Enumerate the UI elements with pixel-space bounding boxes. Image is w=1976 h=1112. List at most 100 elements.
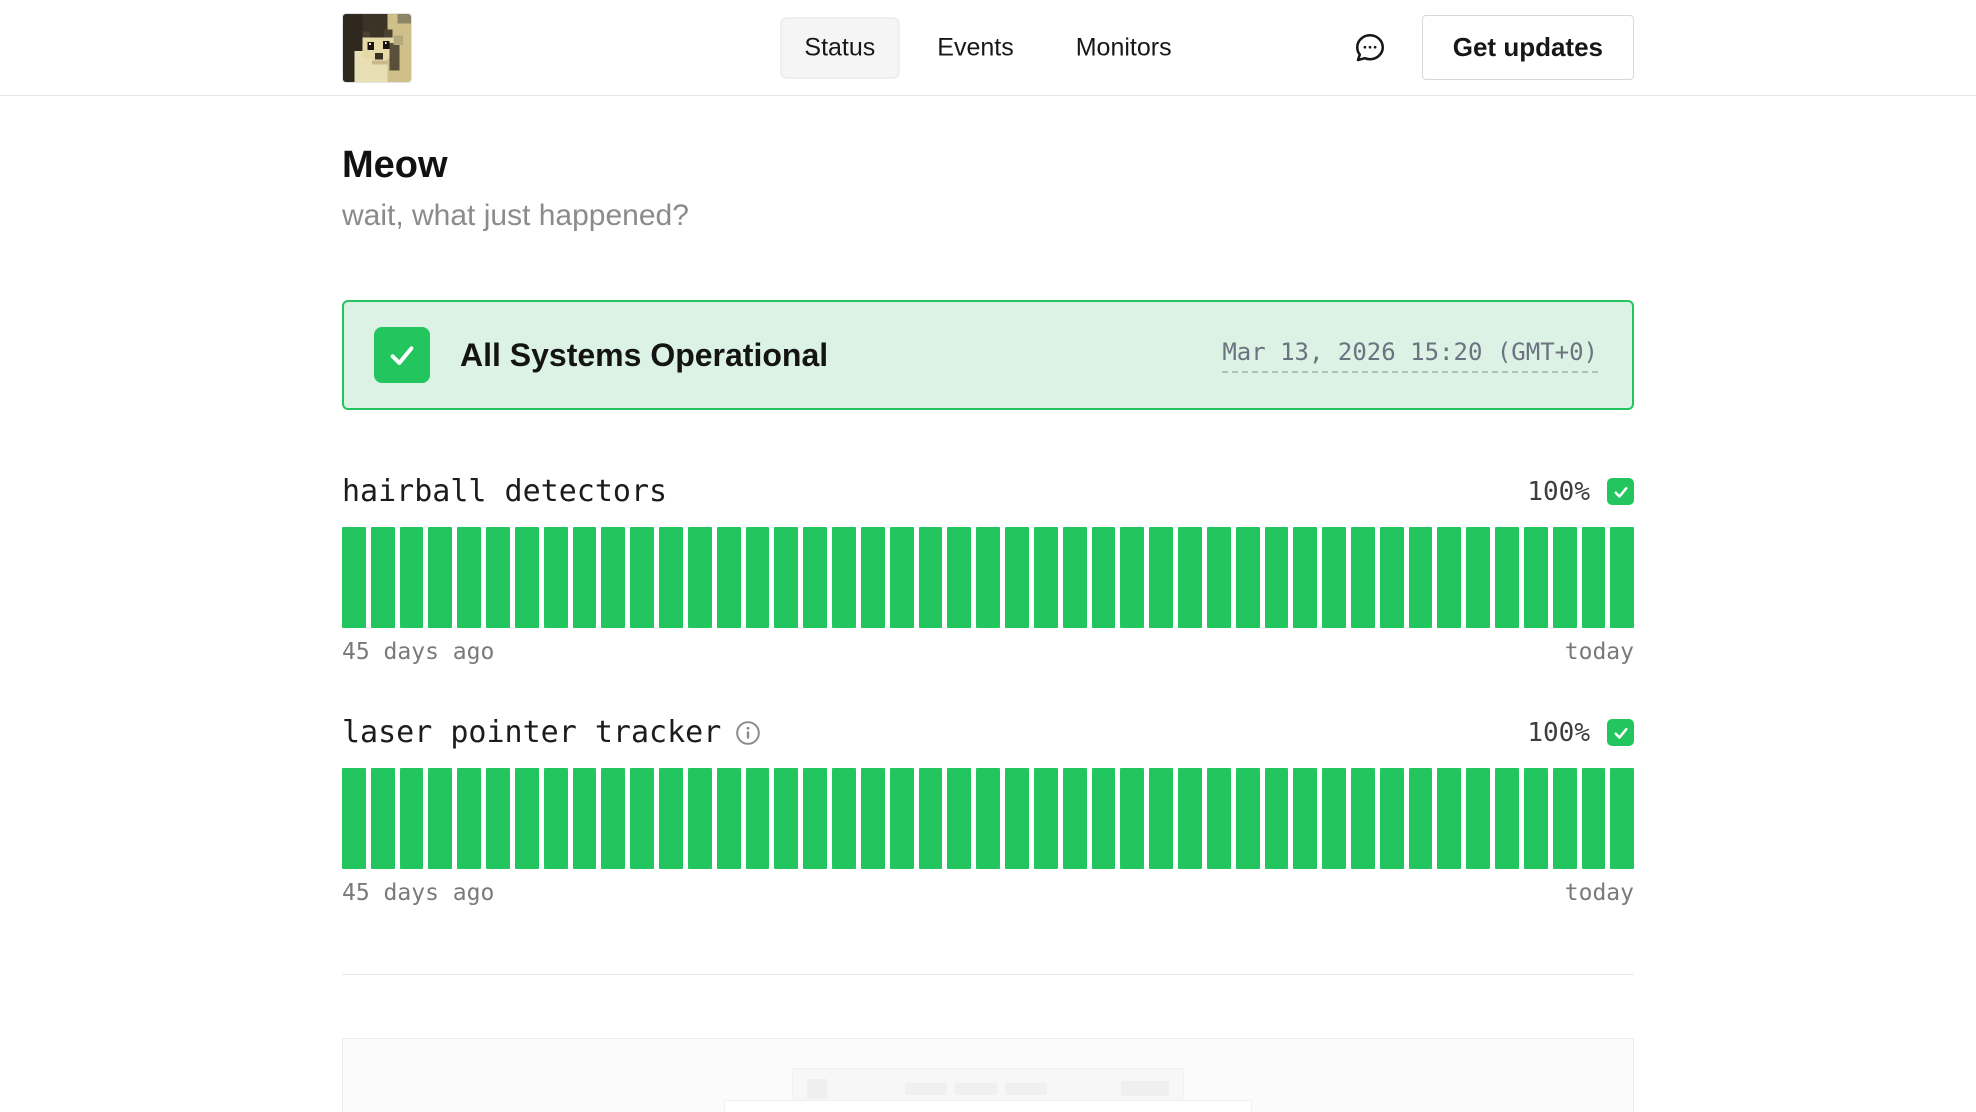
uptime-day-bar[interactable]: [1610, 768, 1634, 869]
uptime-day-bar[interactable]: [1034, 768, 1058, 869]
uptime-day-bar[interactable]: [919, 527, 943, 628]
uptime-day-bar[interactable]: [1236, 768, 1260, 869]
uptime-day-bar[interactable]: [1120, 527, 1144, 628]
uptime-day-bar[interactable]: [659, 527, 683, 628]
uptime-day-bar[interactable]: [400, 527, 424, 628]
uptime-day-bar[interactable]: [746, 527, 770, 628]
uptime-day-bar[interactable]: [919, 768, 943, 869]
uptime-day-bar[interactable]: [1063, 527, 1087, 628]
uptime-day-bar[interactable]: [774, 527, 798, 628]
uptime-percentage: 100%: [1527, 718, 1590, 748]
uptime-day-bar[interactable]: [774, 768, 798, 869]
uptime-day-bar[interactable]: [342, 527, 366, 628]
header: Status Events Monitors Get updates: [0, 0, 1976, 96]
uptime-day-bar[interactable]: [1092, 527, 1116, 628]
uptime-day-bar[interactable]: [659, 768, 683, 869]
feedback-chat-button[interactable]: [1352, 30, 1388, 66]
uptime-day-bar[interactable]: [1265, 527, 1289, 628]
uptime-day-bar[interactable]: [1582, 768, 1606, 869]
uptime-day-bar[interactable]: [601, 768, 625, 869]
uptime-day-bar[interactable]: [1524, 768, 1548, 869]
tab-status[interactable]: Status: [780, 17, 899, 78]
uptime-day-bar[interactable]: [486, 768, 510, 869]
uptime-day-bar[interactable]: [1553, 527, 1577, 628]
uptime-day-bar[interactable]: [890, 527, 914, 628]
uptime-day-bar[interactable]: [1207, 527, 1231, 628]
uptime-day-bar[interactable]: [1005, 527, 1029, 628]
uptime-day-bar[interactable]: [428, 768, 452, 869]
uptime-day-bar[interactable]: [1034, 527, 1058, 628]
uptime-day-bar[interactable]: [1351, 527, 1375, 628]
uptime-day-bar[interactable]: [1582, 527, 1606, 628]
uptime-day-bar[interactable]: [573, 527, 597, 628]
uptime-day-bar[interactable]: [1265, 768, 1289, 869]
status-timestamp[interactable]: Mar 13, 2026 15:20 (GMT+0): [1222, 338, 1598, 373]
tab-monitors[interactable]: Monitors: [1052, 17, 1196, 78]
uptime-day-bar[interactable]: [1120, 768, 1144, 869]
uptime-day-bar[interactable]: [1149, 768, 1173, 869]
uptime-day-bar[interactable]: [1409, 768, 1433, 869]
uptime-day-bar[interactable]: [1437, 768, 1461, 869]
uptime-day-bar[interactable]: [976, 527, 1000, 628]
uptime-day-bar[interactable]: [601, 527, 625, 628]
uptime-day-bar[interactable]: [457, 527, 481, 628]
uptime-day-bar[interactable]: [1293, 768, 1317, 869]
uptime-day-bar[interactable]: [1322, 527, 1346, 628]
get-updates-button[interactable]: Get updates: [1422, 15, 1634, 80]
uptime-day-bar[interactable]: [1149, 527, 1173, 628]
uptime-day-bar[interactable]: [1178, 768, 1202, 869]
uptime-day-bar[interactable]: [486, 527, 510, 628]
uptime-day-bar[interactable]: [1092, 768, 1116, 869]
uptime-day-bar[interactable]: [1207, 768, 1231, 869]
uptime-day-bar[interactable]: [1466, 527, 1490, 628]
uptime-day-bar[interactable]: [832, 527, 856, 628]
uptime-day-bar[interactable]: [717, 527, 741, 628]
uptime-day-bar[interactable]: [1495, 768, 1519, 869]
uptime-day-bar[interactable]: [342, 768, 366, 869]
uptime-day-bar[interactable]: [947, 768, 971, 869]
uptime-day-bar[interactable]: [746, 768, 770, 869]
uptime-day-bar[interactable]: [861, 768, 885, 869]
uptime-day-bar[interactable]: [1610, 527, 1634, 628]
uptime-day-bar[interactable]: [1178, 527, 1202, 628]
uptime-day-bar[interactable]: [1236, 527, 1260, 628]
uptime-day-bar[interactable]: [1380, 768, 1404, 869]
uptime-day-bar[interactable]: [400, 768, 424, 869]
uptime-day-bar[interactable]: [1495, 527, 1519, 628]
uptime-day-bar[interactable]: [630, 768, 654, 869]
uptime-day-bar[interactable]: [428, 527, 452, 628]
uptime-day-bar[interactable]: [717, 768, 741, 869]
uptime-day-bar[interactable]: [803, 768, 827, 869]
uptime-day-bar[interactable]: [947, 527, 971, 628]
uptime-day-bar[interactable]: [515, 768, 539, 869]
uptime-day-bar[interactable]: [1351, 768, 1375, 869]
uptime-day-bar[interactable]: [371, 768, 395, 869]
uptime-day-bar[interactable]: [1322, 768, 1346, 869]
uptime-day-bar[interactable]: [515, 527, 539, 628]
uptime-day-bar[interactable]: [1005, 768, 1029, 869]
uptime-day-bar[interactable]: [688, 527, 712, 628]
uptime-day-bar[interactable]: [1524, 527, 1548, 628]
uptime-day-bar[interactable]: [544, 527, 568, 628]
uptime-day-bar[interactable]: [630, 527, 654, 628]
tab-events[interactable]: Events: [913, 17, 1037, 78]
uptime-day-bar[interactable]: [832, 768, 856, 869]
uptime-day-bar[interactable]: [544, 768, 568, 869]
uptime-day-bar[interactable]: [976, 768, 1000, 869]
info-icon[interactable]: [735, 720, 761, 746]
uptime-day-bar[interactable]: [1293, 527, 1317, 628]
uptime-day-bar[interactable]: [861, 527, 885, 628]
uptime-day-bar[interactable]: [573, 768, 597, 869]
uptime-day-bar[interactable]: [1466, 768, 1490, 869]
uptime-day-bar[interactable]: [1437, 527, 1461, 628]
uptime-day-bar[interactable]: [1063, 768, 1087, 869]
uptime-day-bar[interactable]: [803, 527, 827, 628]
uptime-day-bar[interactable]: [688, 768, 712, 869]
site-logo[interactable]: [342, 13, 412, 83]
uptime-day-bar[interactable]: [371, 527, 395, 628]
uptime-day-bar[interactable]: [457, 768, 481, 869]
uptime-day-bar[interactable]: [1380, 527, 1404, 628]
uptime-day-bar[interactable]: [1409, 527, 1433, 628]
uptime-day-bar[interactable]: [890, 768, 914, 869]
uptime-day-bar[interactable]: [1553, 768, 1577, 869]
